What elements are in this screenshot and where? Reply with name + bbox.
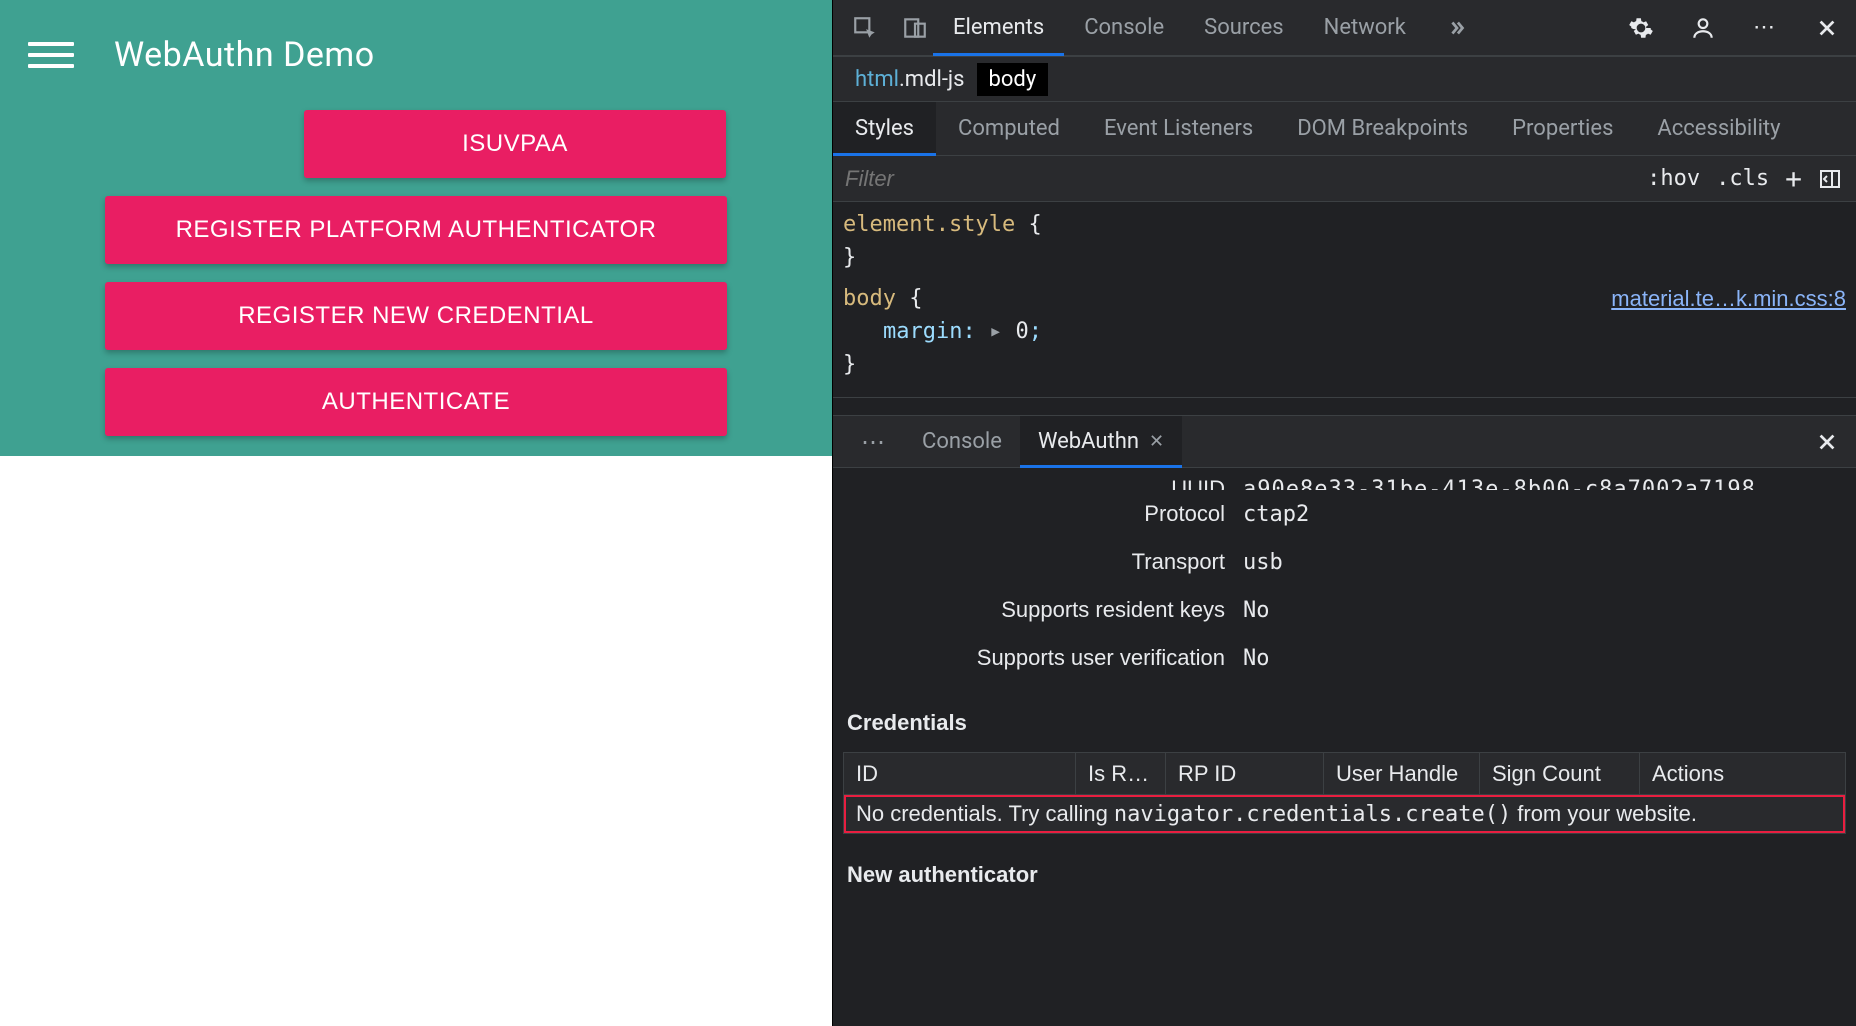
- devtools-pane: Elements Console Sources Network ⋯ html.…: [832, 0, 1856, 1026]
- credentials-heading: Credentials: [843, 682, 1846, 752]
- body-selector: body: [843, 286, 896, 311]
- device-toolbar-icon[interactable]: [897, 10, 933, 46]
- devtools-right-controls: ⋯: [1612, 13, 1856, 43]
- css-rules-panel: element.style { } material.te…k.min.css:…: [833, 202, 1856, 398]
- account-icon[interactable]: [1688, 13, 1718, 43]
- breadcrumb-html-class: .mdl-js: [899, 67, 965, 92]
- user-verification-label: Supports user verification: [843, 645, 1243, 671]
- app-header: WebAuthn Demo ISUVPAA REGISTER PLATFORM …: [0, 0, 832, 456]
- styles-filter-row: :hov .cls +: [833, 156, 1856, 202]
- styles-tabbar: Styles Computed Event Listeners DOM Brea…: [833, 102, 1856, 156]
- hov-toggle[interactable]: :hov: [1647, 166, 1700, 191]
- empty-suffix: from your website.: [1517, 801, 1697, 827]
- drawer-tab-webauthn-label: WebAuthn: [1038, 429, 1139, 454]
- subtab-dom-breakpoints[interactable]: DOM Breakpoints: [1275, 102, 1490, 155]
- uuid-value: a90e8e33-31be-413e-8b00-c8a7002a7198: [1243, 477, 1756, 490]
- toggle-sidebar-icon[interactable]: [1818, 167, 1842, 191]
- breadcrumb-body[interactable]: body: [977, 63, 1049, 96]
- header-bar: WebAuthn Demo: [0, 0, 832, 110]
- drawer-close-icon[interactable]: [1816, 431, 1856, 453]
- col-id[interactable]: ID: [844, 753, 1076, 794]
- col-is-resident[interactable]: Is R…: [1076, 753, 1166, 794]
- hamburger-menu-icon[interactable]: [28, 32, 74, 78]
- new-authenticator-heading: New authenticator: [843, 834, 1846, 904]
- authenticator-uuid-row: UUID a90e8e33-31be-413e-8b00-c8a7002a719…: [843, 468, 1846, 490]
- protocol-value: ctap2: [1243, 502, 1309, 527]
- drawer-more-icon[interactable]: ⋯: [845, 428, 904, 456]
- body-rule[interactable]: material.te…k.min.css:8 body { margin: ▸…: [843, 282, 1846, 381]
- isuvpaa-button[interactable]: ISUVPAA: [304, 110, 726, 178]
- credentials-table: ID Is R… RP ID User Handle Sign Count Ac…: [843, 752, 1846, 834]
- register-credential-button[interactable]: REGISTER NEW CREDENTIAL: [105, 282, 727, 350]
- transport-label: Transport: [843, 549, 1243, 575]
- new-style-rule-icon[interactable]: +: [1785, 162, 1802, 195]
- protocol-label: Protocol: [843, 501, 1243, 527]
- settings-gear-icon[interactable]: [1626, 13, 1656, 43]
- devtools-tabbar: Elements Console Sources Network ⋯: [833, 0, 1856, 56]
- webauthn-panel: UUID a90e8e33-31be-413e-8b00-c8a7002a719…: [833, 468, 1856, 1026]
- empty-prefix: No credentials. Try calling: [856, 801, 1108, 827]
- panel-gap: [833, 398, 1856, 416]
- app-title: WebAuthn Demo: [114, 35, 375, 75]
- kebab-menu-icon[interactable]: ⋯: [1750, 13, 1780, 43]
- resident-keys-row: Supports resident keys No: [843, 586, 1846, 634]
- register-platform-button[interactable]: REGISTER PLATFORM AUTHENTICATOR: [105, 196, 727, 264]
- user-verification-row: Supports user verification No: [843, 634, 1846, 682]
- close-devtools-icon[interactable]: [1812, 13, 1842, 43]
- col-rp-id[interactable]: RP ID: [1166, 753, 1324, 794]
- authenticate-button[interactable]: AUTHENTICATE: [105, 368, 727, 436]
- resident-keys-label: Supports resident keys: [843, 597, 1243, 623]
- uuid-label: UUID: [843, 476, 1243, 490]
- element-style-selector: element.style: [843, 212, 1015, 237]
- subtab-computed[interactable]: Computed: [936, 102, 1082, 155]
- tab-sources[interactable]: Sources: [1184, 0, 1304, 55]
- breadcrumb-html[interactable]: html.mdl-js: [843, 63, 977, 96]
- credentials-empty-message: No credentials. Try calling navigator.cr…: [844, 795, 1845, 833]
- col-actions[interactable]: Actions: [1640, 753, 1845, 794]
- close-tab-icon[interactable]: ✕: [1149, 431, 1164, 452]
- inspect-element-icon[interactable]: [847, 10, 883, 46]
- styles-filter-tools: :hov .cls +: [1647, 162, 1856, 195]
- styles-filter-input[interactable]: [833, 166, 1647, 192]
- transport-value: usb: [1243, 550, 1283, 575]
- element-style-rule[interactable]: element.style { }: [843, 208, 1846, 274]
- drawer-tab-webauthn[interactable]: WebAuthn ✕: [1020, 416, 1182, 467]
- cls-toggle[interactable]: .cls: [1716, 166, 1769, 191]
- more-tabs-icon[interactable]: [1426, 0, 1488, 55]
- transport-row: Transport usb: [843, 538, 1846, 586]
- credentials-header-row: ID Is R… RP ID User Handle Sign Count Ac…: [844, 753, 1845, 795]
- col-user-handle[interactable]: User Handle: [1324, 753, 1480, 794]
- css-val-margin: 0: [1015, 319, 1028, 344]
- subtab-accessibility[interactable]: Accessibility: [1635, 102, 1802, 155]
- drawer-tab-console[interactable]: Console: [904, 416, 1020, 467]
- protocol-row: Protocol ctap2: [843, 490, 1846, 538]
- dom-breadcrumb: html.mdl-js body: [833, 56, 1856, 102]
- breadcrumb-html-tag: html: [855, 67, 899, 92]
- resident-keys-value: No: [1243, 598, 1270, 623]
- button-stack: ISUVPAA REGISTER PLATFORM AUTHENTICATOR …: [0, 110, 832, 436]
- tab-network[interactable]: Network: [1304, 0, 1426, 55]
- col-sign-count[interactable]: Sign Count: [1480, 753, 1640, 794]
- subtab-event-listeners[interactable]: Event Listeners: [1082, 102, 1275, 155]
- subtab-styles[interactable]: Styles: [833, 102, 936, 155]
- empty-code: navigator.credentials.create(): [1114, 802, 1511, 827]
- user-verification-value: No: [1243, 646, 1270, 671]
- subtab-properties[interactable]: Properties: [1490, 102, 1635, 155]
- css-source-link[interactable]: material.te…k.min.css:8: [1611, 282, 1846, 315]
- drawer-tabbar: ⋯ Console WebAuthn ✕: [833, 416, 1856, 468]
- css-prop-margin: margin: [883, 319, 962, 344]
- tab-console[interactable]: Console: [1064, 0, 1184, 55]
- app-pane: WebAuthn Demo ISUVPAA REGISTER PLATFORM …: [0, 0, 832, 1026]
- tab-elements[interactable]: Elements: [933, 0, 1064, 55]
